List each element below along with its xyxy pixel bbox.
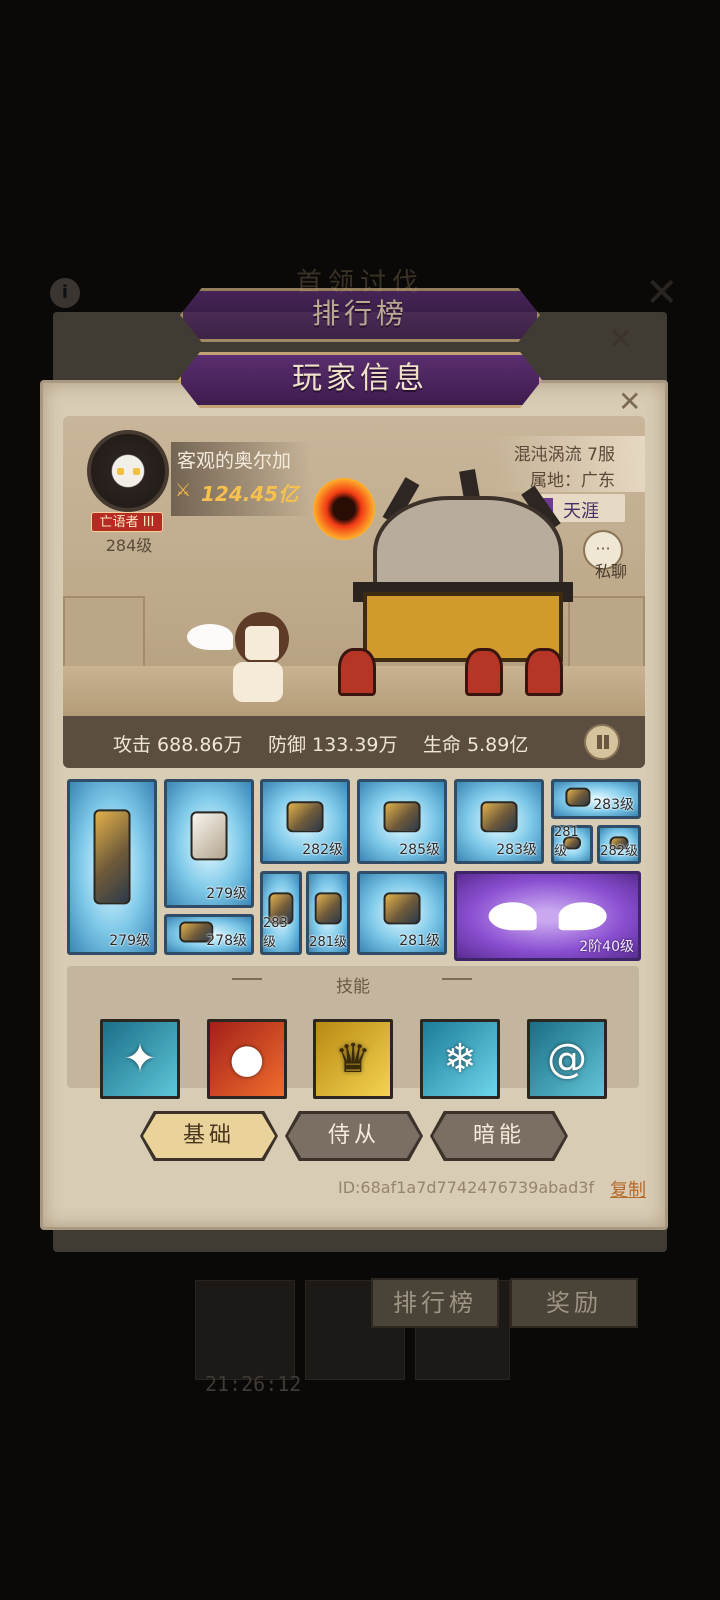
wing-right <box>558 902 607 931</box>
equipment-slot-pants[interactable]: 283级 <box>260 871 302 955</box>
equipment-slot-belt[interactable]: 278级 <box>164 914 254 955</box>
close-icon[interactable]: ✕ <box>618 385 641 418</box>
snowflake-icon: ❄ <box>443 1036 477 1082</box>
wings-level: 2阶40级 <box>579 939 634 955</box>
helmet-icon <box>286 800 324 833</box>
combat-power: 124.45亿 <box>201 482 299 506</box>
ice-spikes-icon: ✦ <box>123 1036 157 1082</box>
avatar-eyes <box>117 468 141 476</box>
equipment-level: 283级 <box>593 797 634 813</box>
equipment-slot-charm[interactable]: 282级 <box>597 825 641 864</box>
equipment-level: 278级 <box>206 933 247 949</box>
equipment-level: 279级 <box>109 933 150 949</box>
equipment-level: 281级 <box>554 825 579 859</box>
tab-follower[interactable]: 侍从 <box>288 1114 420 1158</box>
shoulder-icon <box>383 800 421 833</box>
copy-id-button[interactable]: 复制 <box>610 1176 646 1202</box>
equipment-level: 279级 <box>206 886 247 902</box>
golden-crown-icon: ♛ <box>335 1036 371 1082</box>
private-chat-label: 私聊 <box>594 562 627 581</box>
chat-bubble-icon: ··· <box>595 539 611 558</box>
background-timer: 21:26:12 <box>205 1372 302 1396</box>
equipment-level: 283级 <box>263 916 288 950</box>
fireball-icon: ● <box>229 1036 265 1082</box>
background-ranking-button: 排行榜 <box>371 1278 499 1328</box>
background-thumbnail <box>195 1280 295 1380</box>
player-level: 284级 <box>105 536 153 555</box>
attack-stat: 攻击 688.86万 <box>113 734 243 756</box>
skill-slot-5[interactable]: @ <box>527 1019 607 1099</box>
equipment-level: 281级 <box>309 935 347 950</box>
equipment-slot-necklace[interactable]: 283级 <box>551 779 641 819</box>
info-icon: i <box>50 278 80 308</box>
equipment-slot-wings[interactable]: 2阶40级 <box>454 871 641 961</box>
minion-sprite <box>525 648 563 696</box>
equipment-level: 282级 <box>302 842 343 858</box>
stats-bar: 攻击 688.86万 防御 133.39万 生命 5.89亿 <box>63 716 645 768</box>
background-close-icon: ✕ <box>645 270 679 316</box>
rank-badge: 亡语者 III <box>91 512 163 532</box>
skills-title: 技能 <box>336 977 370 997</box>
skill-slot-4[interactable]: ❄ <box>420 1019 500 1099</box>
hero-body <box>233 662 283 702</box>
equipment-slot-shoulder[interactable]: 285级 <box>357 779 447 864</box>
bracer-icon <box>314 892 342 924</box>
equipment-slot-weapon[interactable]: 279级 <box>67 779 157 955</box>
skill-slot-3[interactable]: ♛ <box>313 1019 393 1099</box>
minion-sprite <box>465 648 503 696</box>
equipment-slot-boots[interactable]: 283级 <box>454 779 544 864</box>
wings-icon <box>484 894 611 931</box>
scythe-weapon-icon <box>93 809 131 905</box>
robe-armor-icon <box>190 811 228 861</box>
equipment-slot-helmet[interactable]: 282级 <box>260 779 350 864</box>
necklace-icon <box>564 787 591 807</box>
player-name: 客观的奥尔加 <box>177 450 292 472</box>
equipment-slot-ring[interactable]: 281级 <box>551 825 593 864</box>
ranking-banner: 排行榜 <box>180 288 540 342</box>
equipment-slot-gloves[interactable]: 281级 <box>357 871 447 955</box>
ornament <box>442 978 472 986</box>
player-region: 属地：广东 <box>530 471 615 491</box>
ranking-close-icon: ✕ <box>608 322 634 357</box>
hero-showcase: 亡语者 III 284级 客观的奥尔加 ⚔ 124.45亿 混沌涡流 7服 属地… <box>63 416 645 768</box>
wing-left <box>488 902 537 931</box>
crossed-swords-icon: ⚔ <box>175 480 192 501</box>
server-name: 混沌涡流 7服 <box>513 445 615 465</box>
ranking-banner-title: 排行榜 <box>311 297 408 330</box>
minion-sprite <box>338 648 376 696</box>
hero-wing <box>187 624 233 650</box>
player-info-title: 玩家信息 <box>292 361 428 396</box>
gloves-icon <box>383 892 421 924</box>
player-id: ID:68af1a7d7742476739abad3f <box>338 1178 595 1197</box>
equipment-slot-armor[interactable]: 279级 <box>164 779 254 908</box>
skill-slot-1[interactable]: ✦ <box>100 1019 180 1099</box>
pause-animation-button[interactable] <box>584 724 620 760</box>
equipment-slot-bracer[interactable]: 281级 <box>306 871 350 955</box>
equipment-level: 283级 <box>496 842 537 858</box>
hp-stat: 生命 5.89亿 <box>423 734 529 756</box>
equipment-level: 281级 <box>399 933 440 949</box>
whirlwind-icon: @ <box>547 1036 587 1082</box>
player-info-banner: 玩家信息 <box>178 352 542 408</box>
equipment-level: 282级 <box>600 844 638 859</box>
hero-face <box>245 626 279 660</box>
guild-name: 天涯 <box>563 501 599 522</box>
background-reward-button: 奖励 <box>510 1278 638 1328</box>
fireball-effect <box>313 478 375 540</box>
tab-dark-energy[interactable]: 暗能 <box>433 1114 565 1158</box>
skill-slot-2[interactable]: ● <box>207 1019 287 1099</box>
boots-icon <box>480 800 518 833</box>
defense-stat: 防御 133.39万 <box>268 734 398 756</box>
tab-basic[interactable]: 基础 <box>143 1114 275 1158</box>
equipment-level: 285级 <box>399 842 440 858</box>
player-avatar <box>87 430 169 512</box>
